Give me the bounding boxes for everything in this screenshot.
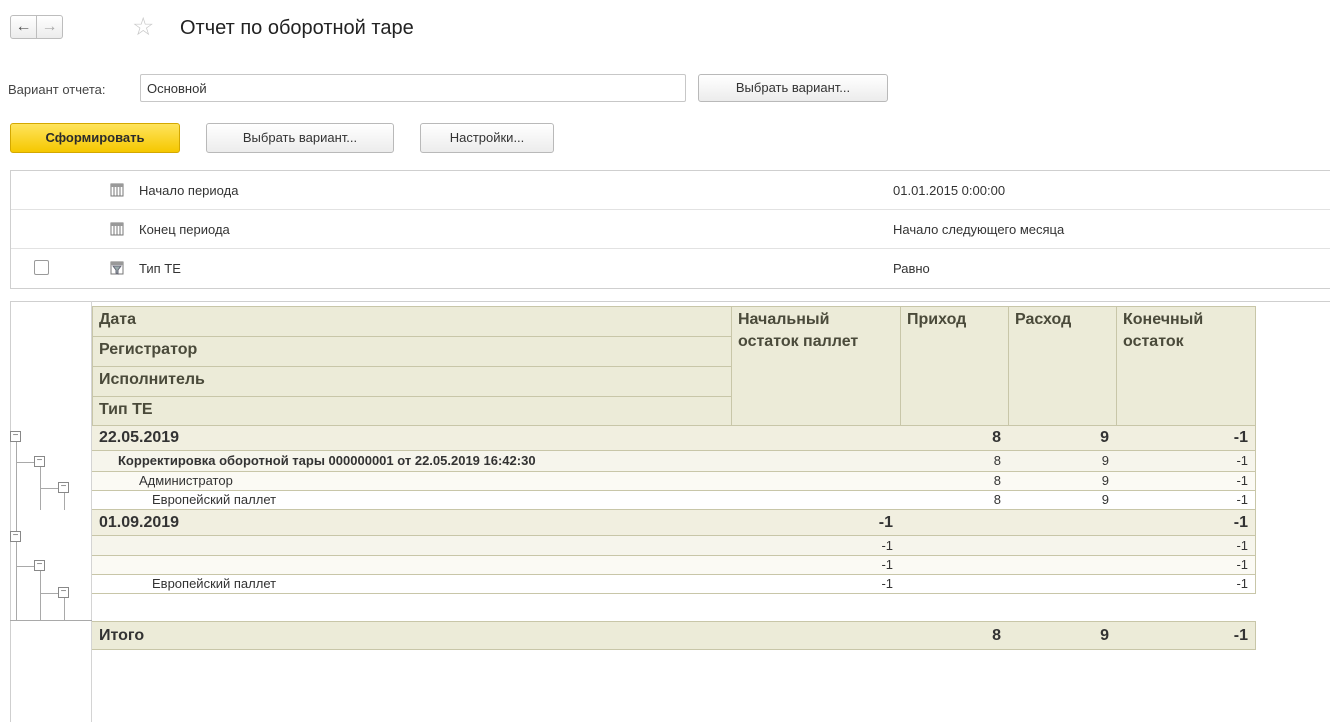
table-cell-expense: 9 — [1008, 426, 1117, 451]
collapse-group-icon[interactable]: − — [10, 431, 21, 442]
table-cell-income: 8 — [900, 451, 1009, 472]
table-cell-expense — [1008, 556, 1117, 575]
arrow-left-icon: ← — [15, 18, 32, 35]
tree-line — [40, 593, 58, 594]
table-cell-expense — [1008, 575, 1117, 594]
table-row-label[interactable]: 01.09.2019 — [92, 510, 732, 536]
favorite-star-icon[interactable]: ☆ — [132, 14, 154, 40]
table-cell-start: -1 — [731, 556, 901, 575]
total-row-label: Итого — [92, 621, 732, 650]
table-cell-start — [731, 472, 901, 491]
table-cell-expense: 9 — [1008, 451, 1117, 472]
group-header-performer: Исполнитель — [92, 366, 732, 397]
table-cell-start: -1 — [731, 536, 901, 556]
collapse-group-icon[interactable]: − — [58, 482, 69, 493]
group-header-registrar: Регистратор — [92, 336, 732, 367]
table-row-label[interactable] — [92, 556, 732, 575]
total-cell-end: -1 — [1116, 621, 1256, 650]
table-row-label[interactable]: Корректировка оборотной тары 000000001 о… — [92, 451, 732, 472]
table-cell-income: 8 — [900, 426, 1009, 451]
tree-line — [40, 488, 58, 489]
group-header-date: Дата — [92, 306, 732, 337]
setting-row-te-type[interactable]: Тип ТЕ Равно — [11, 249, 1330, 288]
collapse-group-icon[interactable]: − — [34, 560, 45, 571]
page-title: Отчет по оборотной таре — [180, 17, 414, 39]
table-cell-start: -1 — [731, 510, 901, 536]
setting-value[interactable]: Равно — [893, 261, 930, 276]
collapse-group-icon[interactable]: − — [10, 531, 21, 542]
setting-row-period-start[interactable]: Начало периода 01.01.2015 0:00:00 — [11, 171, 1330, 210]
table-cell-end: -1 — [1116, 575, 1256, 594]
table-cell-start — [731, 426, 901, 451]
tree-line — [10, 620, 92, 621]
tree-line — [40, 462, 41, 510]
parameter-icon — [110, 222, 124, 236]
col-header-income: Приход — [900, 306, 1009, 426]
parameter-icon — [110, 183, 124, 197]
table-row-label[interactable] — [92, 536, 732, 556]
table-cell-start — [731, 491, 901, 510]
setting-label: Начало периода — [139, 183, 239, 198]
col-header-expense: Расход — [1008, 306, 1117, 426]
tree-line — [16, 566, 34, 567]
total-cell-income: 8 — [900, 621, 1009, 650]
table-cell-end: -1 — [1116, 491, 1256, 510]
table-cell-end: -1 — [1116, 426, 1256, 451]
choose-variant-button[interactable]: Выбрать вариант... — [206, 123, 394, 153]
arrow-right-icon: → — [41, 18, 58, 35]
filter-icon — [110, 261, 124, 275]
table-cell-end: -1 — [1116, 451, 1256, 472]
setting-value[interactable]: 01.01.2015 0:00:00 — [893, 183, 1005, 198]
tree-line — [16, 462, 34, 463]
table-cell-expense: 9 — [1008, 472, 1117, 491]
col-header-end-balance: Конечный остаток — [1116, 306, 1256, 426]
table-cell-income: 8 — [900, 472, 1009, 491]
table-row-label[interactable]: Европейский паллет — [92, 491, 732, 510]
settings-button[interactable]: Настройки... — [420, 123, 554, 153]
tree-line — [16, 437, 17, 620]
table-cell-end: -1 — [1116, 556, 1256, 575]
setting-checkbox[interactable] — [34, 260, 49, 275]
table-cell-income — [900, 536, 1009, 556]
setting-label: Конец периода — [139, 222, 230, 237]
table-cell-end: -1 — [1116, 510, 1256, 536]
table-cell-income — [900, 556, 1009, 575]
table-row-label[interactable]: Европейский паллет — [92, 575, 732, 594]
variant-input[interactable]: Основной — [140, 74, 686, 102]
table-cell-start — [731, 451, 901, 472]
table-cell-expense: 9 — [1008, 491, 1117, 510]
settings-panel: Начало периода 01.01.2015 0:00:00 Конец … — [10, 170, 1330, 289]
table-cell-expense — [1008, 510, 1117, 536]
col-header-start-balance: Начальный остаток паллет — [731, 306, 901, 426]
table-cell-end: -1 — [1116, 536, 1256, 556]
total-cell-expense: 9 — [1008, 621, 1117, 650]
forward-button[interactable]: → — [36, 15, 63, 39]
table-cell-end: -1 — [1116, 472, 1256, 491]
setting-row-period-end[interactable]: Конец периода Начало следующего месяца — [11, 210, 1330, 249]
group-header-te-type: Тип ТЕ — [92, 396, 732, 426]
table-cell-income — [900, 510, 1009, 536]
collapse-group-icon[interactable]: − — [34, 456, 45, 467]
table-cell-income: 8 — [900, 491, 1009, 510]
setting-label: Тип ТЕ — [139, 261, 181, 276]
generate-button[interactable]: Сформировать — [10, 123, 180, 153]
table-cell-income — [900, 575, 1009, 594]
table-cell-expense — [1008, 536, 1117, 556]
setting-value[interactable]: Начало следующего месяца — [893, 222, 1064, 237]
total-cell-start — [731, 621, 901, 650]
table-cell-start: -1 — [731, 575, 901, 594]
variant-label: Вариант отчета: — [8, 82, 106, 97]
table-row-label[interactable]: 22.05.2019 — [92, 426, 732, 451]
back-button[interactable]: ← — [10, 15, 37, 39]
choose-variant-top-button[interactable]: Выбрать вариант... — [698, 74, 888, 102]
collapse-group-icon[interactable]: − — [58, 587, 69, 598]
table-row-label[interactable]: Администратор — [92, 472, 732, 491]
